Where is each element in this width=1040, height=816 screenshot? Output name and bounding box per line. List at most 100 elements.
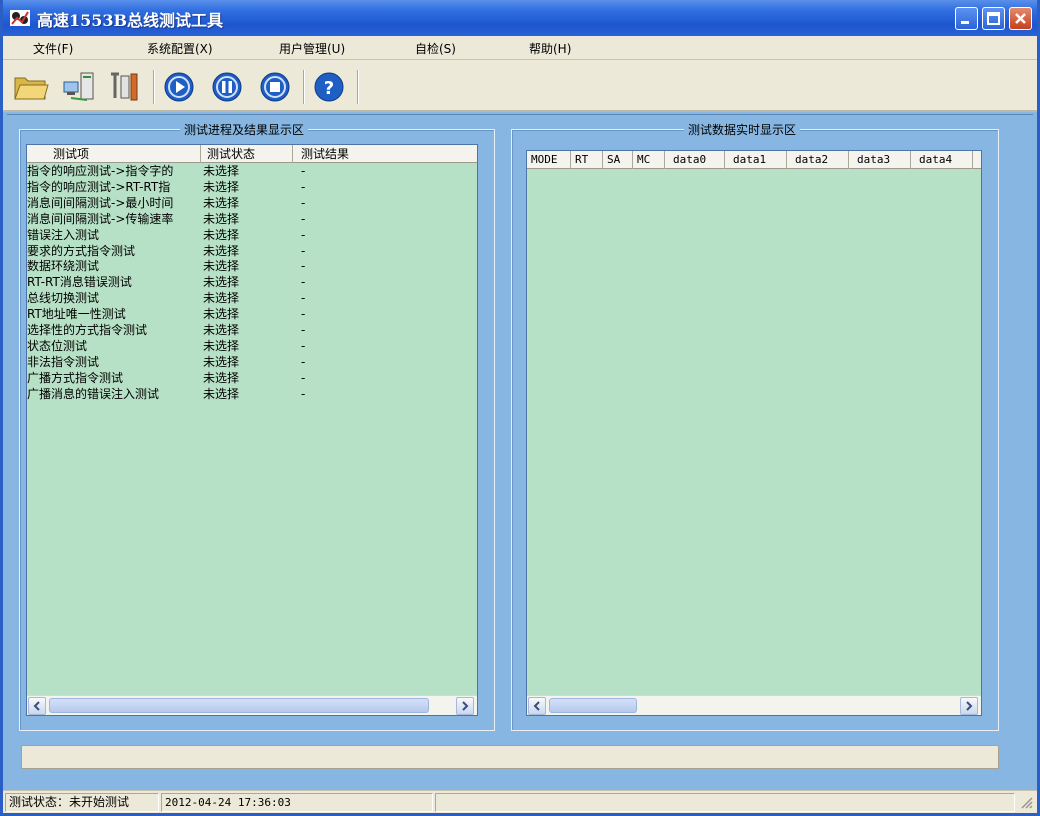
test-item-cell: 总线切换测试 <box>27 291 100 306</box>
test-item-cell: 指令的响应测试->指令字的 <box>27 164 174 178</box>
datetime-text: 2012-04-24 17:36:03 <box>161 793 433 812</box>
scroll-right-button[interactable] <box>456 697 474 715</box>
test-result-cell: - <box>301 307 306 322</box>
test-status-cell: 未选择 <box>203 179 240 194</box>
scroll-thumb[interactable] <box>549 698 637 713</box>
scroll-thumb[interactable] <box>49 698 429 713</box>
realtime-data-title: 测试数据实时显示区 <box>684 121 801 138</box>
scroll-left-button[interactable] <box>528 697 546 715</box>
test-result-cell: - <box>301 338 306 353</box>
table-row[interactable]: 消息间间隔测试->最小时间 未选择 - <box>27 196 477 211</box>
pause-icon[interactable] <box>209 70 245 104</box>
test-result-cell: - <box>301 179 306 194</box>
test-result-cell: - <box>301 227 306 242</box>
network-computer-icon[interactable] <box>61 70 97 104</box>
title-bar[interactable]: 高速1553B总线测试工具 <box>3 0 1037 36</box>
test-item-cell: RT-RT消息错误测试 <box>27 275 132 290</box>
test-status-cell: 未选择 <box>203 243 240 258</box>
main-window: 高速1553B总线测试工具 文件(F) 系统配置(X) 用户管理(U) 自检(S… <box>0 0 1040 816</box>
table-row[interactable]: 数据环绕测试 未选择 - <box>27 259 477 274</box>
test-item-cell: 状态位测试 <box>27 338 88 353</box>
table-row[interactable]: 消息间间隔测试->传输速率 未选择 - <box>27 212 477 227</box>
chevron-right-icon <box>966 701 973 711</box>
menu-file[interactable]: 文件(F) <box>33 40 73 57</box>
table-row[interactable]: 状态位测试 未选择 - <box>27 339 477 354</box>
test-item-cell: 消息间间隔测试->传输速率 <box>27 211 174 226</box>
column-header-rt[interactable]: RT <box>571 151 603 169</box>
minimize-icon <box>961 21 969 24</box>
menu-self-test[interactable]: 自检(S) <box>415 40 456 57</box>
play-icon[interactable] <box>161 70 197 104</box>
scroll-right-button[interactable] <box>960 697 978 715</box>
table-row[interactable]: 选择性的方式指令测试 未选择 - <box>27 323 477 338</box>
table-row[interactable]: 广播方式指令测试 未选择 - <box>27 371 477 386</box>
right-horizontal-scrollbar[interactable] <box>527 695 981 715</box>
window-title: 高速1553B总线测试工具 <box>37 11 224 30</box>
column-header-mc[interactable]: MC <box>633 151 665 169</box>
test-status-cell: 未选择 <box>203 259 240 274</box>
resize-grip-icon[interactable] <box>1019 795 1033 809</box>
table-row[interactable]: 非法指令测试 未选择 - <box>27 355 477 370</box>
table-row[interactable]: 错误注入测试 未选择 - <box>27 228 477 243</box>
column-header-test-item[interactable]: 测试项 <box>27 145 201 163</box>
client-area: 测试进程及结果显示区 测试项 测试状态 测试结果 指令的响应测试->指令字的 未选… <box>7 114 1033 786</box>
test-result-cell: - <box>301 291 306 306</box>
scroll-left-button[interactable] <box>28 697 46 715</box>
test-status-cell: 未选择 <box>203 323 240 337</box>
menu-help[interactable]: 帮助(H) <box>529 40 571 57</box>
realtime-data-header: MODE RT SA MC data0 data1 data2 data3 da… <box>527 151 981 169</box>
test-result-cell: - <box>301 259 306 274</box>
test-status-cell: 未选择 <box>203 291 240 306</box>
menu-user-management[interactable]: 用户管理(U) <box>279 40 345 57</box>
column-header-test-status[interactable]: 测试状态 <box>201 145 293 163</box>
column-header-data0[interactable]: data0 <box>665 151 725 169</box>
column-header-data4[interactable]: data4 <box>911 151 973 169</box>
test-status-cell: 未选择 <box>203 275 240 290</box>
table-row[interactable]: 广播消息的错误注入测试 未选择 - <box>27 387 477 402</box>
stop-icon[interactable] <box>257 70 293 104</box>
menu-bar: 文件(F) 系统配置(X) 用户管理(U) 自检(S) 帮助(H) <box>3 36 1037 60</box>
minimize-button[interactable] <box>955 7 978 30</box>
column-header-mode[interactable]: MODE <box>527 151 571 169</box>
column-header-test-result[interactable]: 测试结果 <box>293 145 477 163</box>
test-status-cell: 未选择 <box>203 195 240 210</box>
test-status-cell: 未选择 <box>203 370 240 385</box>
column-header-data2[interactable]: data2 <box>787 151 849 169</box>
test-status-cell: 未选择 <box>203 338 240 353</box>
realtime-data-list[interactable]: MODE RT SA MC data0 data1 data2 data3 da… <box>526 150 982 716</box>
test-status-cell: 未选择 <box>203 386 240 401</box>
progress-bar <box>21 745 999 769</box>
test-status-cell: 未选择 <box>203 354 240 369</box>
open-folder-icon[interactable] <box>13 70 49 104</box>
test-result-cell: - <box>301 211 306 226</box>
toolbar-separator <box>153 70 155 104</box>
chevron-right-icon <box>462 701 469 711</box>
toolbar-separator <box>303 70 305 104</box>
table-row[interactable]: RT-RT消息错误测试 未选择 - <box>27 275 477 290</box>
test-result-cell: - <box>301 243 306 258</box>
test-item-cell: 广播方式指令测试 <box>27 370 124 385</box>
test-item-cell: RT地址唯一性测试 <box>27 307 126 322</box>
test-progress-title: 测试进程及结果显示区 <box>180 121 309 138</box>
test-result-cell: - <box>301 323 306 337</box>
table-row[interactable]: RT地址唯一性测试 未选择 - <box>27 307 477 322</box>
menu-system-config[interactable]: 系统配置(X) <box>147 40 213 57</box>
test-item-cell: 指令的响应测试->RT-RT指 <box>27 179 171 194</box>
column-header-data3[interactable]: data3 <box>849 151 911 169</box>
chevron-left-icon <box>33 701 40 711</box>
test-status-text: 测试状态：未开始测试 <box>5 793 159 812</box>
help-icon[interactable]: ? <box>311 70 347 104</box>
table-row[interactable]: 指令的响应测试->指令字的 未选择 - <box>27 164 477 179</box>
table-row[interactable]: 要求的方式指令测试 未选择 - <box>27 244 477 259</box>
maximize-button[interactable] <box>982 7 1005 30</box>
close-button[interactable] <box>1009 7 1032 30</box>
column-header-data1[interactable]: data1 <box>725 151 787 169</box>
table-row[interactable]: 总线切换测试 未选择 - <box>27 291 477 306</box>
column-header-sa[interactable]: SA <box>603 151 633 169</box>
tools-icon[interactable] <box>107 70 143 104</box>
left-horizontal-scrollbar[interactable] <box>27 695 477 715</box>
toolbar-separator <box>357 70 359 104</box>
table-row[interactable]: 指令的响应测试->RT-RT指 未选择 - <box>27 180 477 195</box>
test-item-cell: 选择性的方式指令测试 <box>27 323 148 337</box>
test-progress-list[interactable]: 测试项 测试状态 测试结果 指令的响应测试->指令字的 未选择 - 指令的响应测试->… <box>26 144 478 716</box>
